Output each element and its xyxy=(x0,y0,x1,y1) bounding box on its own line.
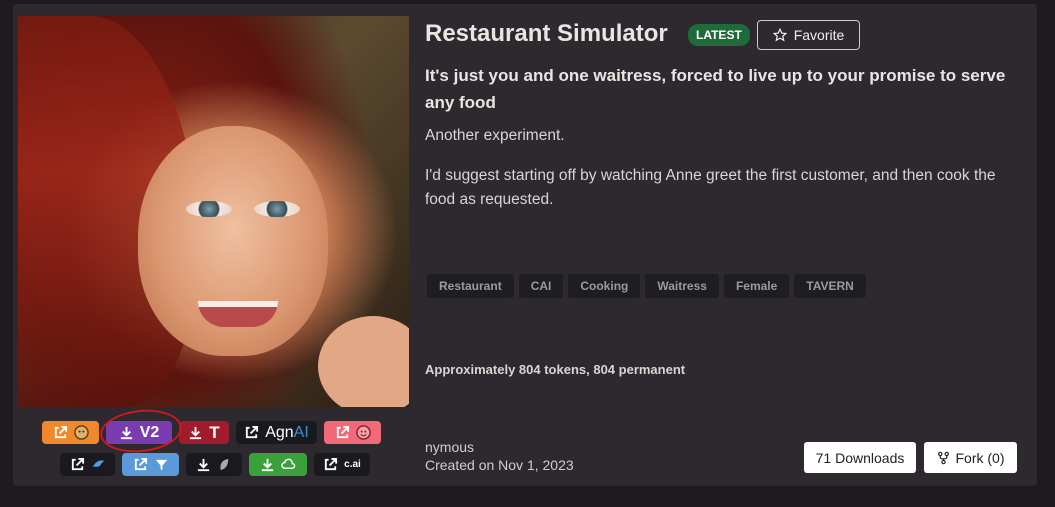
external-link-icon xyxy=(246,425,259,439)
download-icon xyxy=(197,458,210,472)
latest-badge: LATEST xyxy=(688,24,750,46)
portrait-eye-left xyxy=(186,201,232,217)
tag-cai[interactable]: CAI xyxy=(518,274,564,298)
external-link-icon xyxy=(325,457,338,471)
token-count: Approximately 804 tokens, 804 permanent xyxy=(425,362,686,377)
created-date: Created on Nov 1, 2023 xyxy=(425,457,574,473)
tag-restaurant[interactable]: Restaurant xyxy=(427,274,514,298)
downloads-button[interactable]: 71 Downloads xyxy=(804,442,916,473)
funnel-icon xyxy=(155,459,167,471)
download-tavern-button[interactable]: T xyxy=(179,421,229,444)
risu-link-button[interactable] xyxy=(324,421,381,444)
tag-tavern[interactable]: TAVERN xyxy=(794,274,866,298)
character-title: Restaurant Simulator xyxy=(425,20,668,47)
portrait-hand xyxy=(318,316,409,407)
download-icon xyxy=(190,426,202,440)
leaf-download-button[interactable] xyxy=(186,453,242,476)
agnai-label: AgnAI xyxy=(265,423,309,441)
bird-icon xyxy=(92,460,104,467)
cai-label: c.ai xyxy=(344,459,361,470)
tag-female[interactable]: Female xyxy=(723,274,790,298)
cloud-download-button[interactable] xyxy=(249,453,307,476)
download-icon xyxy=(261,458,274,472)
description-line-1: Another experiment. xyxy=(425,127,565,144)
link-button-row-2: c.ai xyxy=(60,453,370,476)
tag-list: Restaurant CAI Cooking Waitress Female T… xyxy=(427,274,866,298)
star-icon xyxy=(772,28,787,42)
cai-link-button[interactable]: c.ai xyxy=(314,453,370,476)
fork-icon xyxy=(937,451,949,464)
author-info: nymous Created on Nov 1, 2023 xyxy=(425,438,574,474)
external-link-icon xyxy=(71,457,84,471)
download-tavern-label: T xyxy=(209,422,220,442)
character-portrait[interactable] xyxy=(18,16,409,407)
fork-label: Fork (0) xyxy=(955,449,1005,466)
character-tagline: It's just you and one waitress, forced t… xyxy=(425,66,1006,112)
portrait-eye-right xyxy=(254,201,300,217)
tag-waitress[interactable]: Waitress xyxy=(645,274,719,298)
funnel-link-button[interactable] xyxy=(122,453,179,476)
leaf-icon xyxy=(220,458,229,471)
author-name[interactable]: nymous xyxy=(425,438,574,456)
external-link-icon xyxy=(54,425,67,439)
fork-button[interactable]: Fork (0) xyxy=(924,442,1017,473)
favorite-button[interactable]: Favorite xyxy=(757,20,860,50)
description-line-2: I'd suggest starting off by watching Ann… xyxy=(425,167,996,208)
cloud-icon xyxy=(281,458,296,469)
avatar-face-icon xyxy=(73,425,89,440)
external-link-icon xyxy=(336,425,349,439)
tag-cooking[interactable]: Cooking xyxy=(568,274,641,298)
bird-link-button[interactable] xyxy=(60,453,115,476)
smiley-face-icon xyxy=(355,425,371,440)
favorite-label: Favorite xyxy=(793,27,845,43)
agnai-link-button[interactable]: AgnAI xyxy=(236,421,317,444)
link-button-row-1: V2 T AgnAI xyxy=(42,421,381,444)
external-link-icon xyxy=(134,457,147,471)
chub-link-button[interactable] xyxy=(42,421,99,444)
